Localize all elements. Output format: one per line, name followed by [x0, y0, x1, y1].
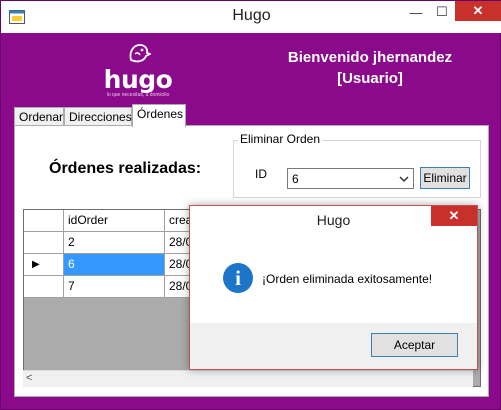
delete-order-group-label: Eliminar Orden [238, 132, 323, 146]
welcome-text: Bienvenido jhernandez [Usuario] [260, 47, 480, 89]
grid-corner-header [24, 210, 64, 232]
dialog-close-button[interactable]: ✕ [431, 206, 477, 226]
column-header-idorder[interactable]: idOrder [64, 210, 165, 232]
row-header[interactable] [24, 276, 64, 298]
maximize-button[interactable]: ☐ [428, 1, 456, 23]
minimize-button[interactable]: — [402, 1, 430, 23]
chevron-down-icon[interactable] [397, 170, 411, 187]
main-window: Hugo — ☐ ✕ hugo lo que necesitas, a domi… [0, 0, 501, 410]
message-dialog: Hugo ✕ i ¡Orden eliminada exitosamente! … [189, 205, 478, 370]
cell-idorder[interactable]: 7 [64, 276, 165, 298]
dialog-message: ¡Orden eliminada exitosamente! [262, 272, 433, 286]
row-header[interactable] [24, 232, 64, 254]
ok-button[interactable]: Aceptar [371, 333, 458, 357]
table-row[interactable]: 2 28/0 [24, 232, 195, 254]
row-header[interactable]: ▶ [24, 254, 64, 276]
current-row-icon: ▶ [32, 259, 40, 270]
table-row[interactable]: 7 28/0 [24, 276, 195, 298]
title-bar: Hugo — ☐ ✕ [1, 1, 501, 33]
order-id-value: 6 [292, 172, 299, 186]
info-icon: i [223, 263, 253, 293]
tab-direcciones[interactable]: Direcciones [64, 107, 132, 127]
dialog-footer: Aceptar [190, 323, 477, 369]
hugo-logo: hugo lo que necesitas, a domicilio [98, 37, 178, 99]
cell-idorder[interactable]: 2 [64, 232, 165, 254]
table-row-selected[interactable]: ▶ 6 28/0 [24, 254, 195, 276]
grid-horizontal-scrollbar[interactable]: < [23, 370, 473, 387]
logo-tagline: lo que necesitas, a domicilio [106, 92, 170, 98]
logo-text: hugo [103, 65, 173, 94]
order-id-select[interactable]: 6 [287, 168, 414, 189]
welcome-role: [Usuario] [337, 70, 403, 87]
delete-order-button[interactable]: Eliminar [420, 167, 470, 189]
grid-header-row: idOrder crea [24, 210, 195, 232]
welcome-user: Bienvenido jhernandez [287, 49, 453, 66]
dialog-title-bar: Hugo ✕ [190, 206, 477, 234]
cell-idorder[interactable]: 6 [64, 254, 165, 276]
tab-ordenes[interactable]: Órdenes [132, 104, 186, 127]
scroll-left-icon[interactable]: < [26, 372, 32, 384]
close-button[interactable]: ✕ [455, 1, 501, 21]
bird-icon [129, 44, 151, 63]
tab-ordenar[interactable]: Ordenar [14, 107, 64, 127]
id-label: ID [255, 167, 267, 181]
orders-title: Órdenes realizadas: [49, 160, 202, 177]
header-banner: hugo lo que necesitas, a domicilio Bienv… [10, 33, 493, 101]
